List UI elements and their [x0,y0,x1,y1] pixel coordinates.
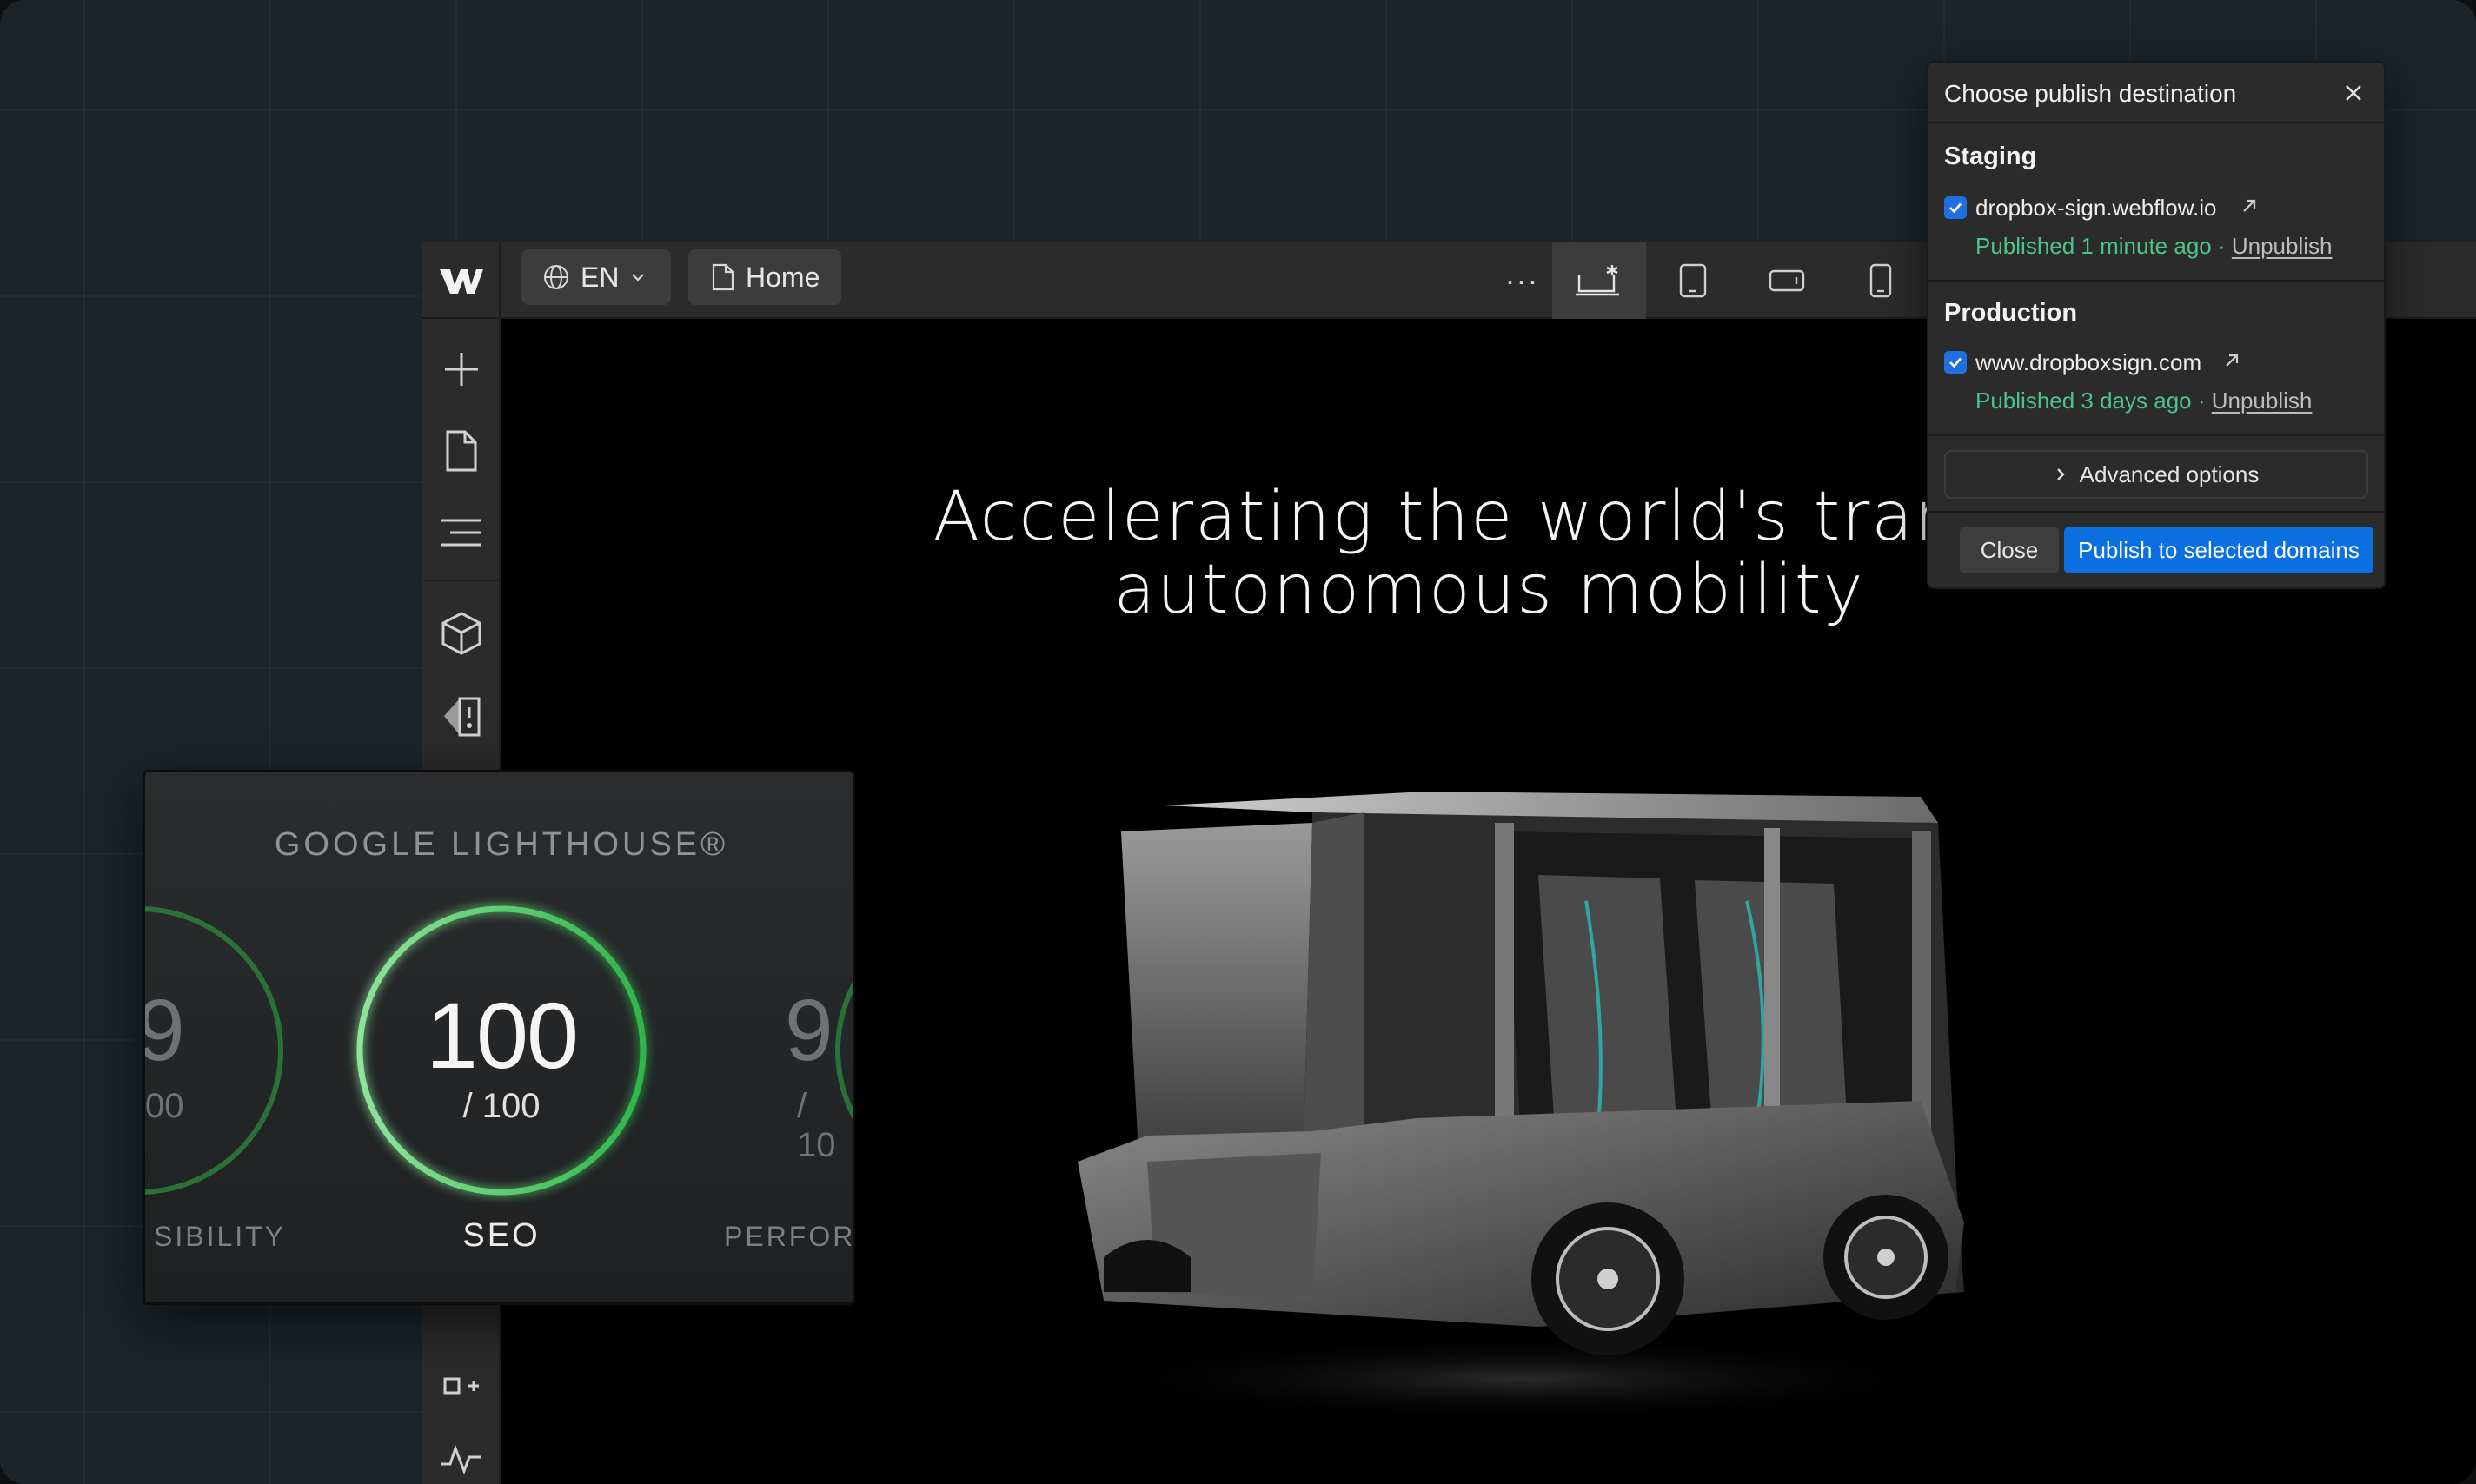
checkmark-icon [1949,202,1962,214]
lighthouse-score-card: GOOGLE LIGHTHOUSE® 9 00 SIBILITY 100 [143,770,855,1305]
checkmark-icon [1949,357,1962,368]
performance-out-of: / 10 [797,1087,836,1164]
webflow-logo-icon[interactable] [422,242,501,319]
tablet-breakpoint-button[interactable] [1646,242,1740,319]
activity-panel-button[interactable] [422,1424,501,1484]
sidebar-divider [422,580,501,581]
chevron-down-icon [632,274,645,282]
publish-to-selected-domains-button[interactable]: Publish to selected domains [2064,527,2373,573]
status-separator: · [2211,233,2232,259]
style-manager-panel-button[interactable] [422,682,501,752]
desktop-breakpoint-button[interactable] [1552,242,1646,319]
advanced-options-label: Advanced options [2079,460,2260,487]
desktop-breakpoint-icon [1576,265,1619,296]
more-options-button[interactable]: ··· [1491,242,1552,319]
popover-header: Choose publish destination [1928,63,2384,123]
staging-section-title: Staging [1944,142,2037,170]
navigator-panel-button[interactable] [422,498,501,567]
external-link-icon[interactable] [2240,196,2259,215]
mobile-portrait-icon [1869,263,1892,298]
chevron-right-icon [2056,468,2065,480]
tablet-icon [1679,263,1707,298]
production-section-title: Production [1944,299,2078,327]
production-unpublish-link[interactable]: Unpublish [2212,388,2313,414]
staging-status: Published 1 minute ago · Unpublish [1975,233,2333,260]
advanced-options-button[interactable]: Advanced options [1944,450,2368,499]
performance-score: 9 [785,982,833,1079]
accessibility-label: SIBILITY [154,1221,287,1252]
accessibility-score: 9 [145,981,185,1081]
performance-label: PERFOR [724,1221,855,1252]
production-checkbox[interactable] [1944,351,1967,374]
style-manager-icon [444,697,481,737]
more-options-icon: ··· [1504,262,1539,298]
staging-checkbox[interactable] [1944,196,1967,219]
components-panel-button[interactable] [422,599,501,668]
mobile-landscape-breakpoint-button[interactable] [1740,242,1834,319]
activity-icon [441,1444,481,1474]
seo-score: 100 [425,983,579,1088]
section-divider [1928,280,2384,282]
status-separator: · [2191,388,2212,414]
close-button[interactable]: Close [1960,527,2059,573]
autonomous-vehicle-image [1078,792,1964,1422]
publish-destination-popover: Choose publish destination Staging dropb… [1927,61,2386,589]
mobile-landscape-icon [1769,269,1805,292]
staging-status-text: Published 1 minute ago [1975,233,2212,259]
seo-label: SEO [462,1217,541,1254]
production-status: Published 3 days ago · Unpublish [1975,388,2312,414]
add-panel-button[interactable] [422,335,501,404]
production-domain: www.dropboxsign.com [1975,349,2202,375]
page-switcher-button[interactable]: Home [688,249,841,305]
add-element-icon [443,1377,479,1395]
plus-icon [445,353,478,386]
locale-label: EN [581,261,620,293]
cube-icon [441,612,481,655]
page-icon [712,263,734,291]
external-link-icon[interactable] [2222,351,2241,370]
navigator-icon [441,519,481,547]
globe-icon [544,265,568,289]
page-label: Home [746,261,820,293]
add-element-button[interactable] [422,1351,501,1421]
staging-unpublish-link[interactable]: Unpublish [2232,233,2333,259]
section-divider [1928,511,2384,513]
locale-switcher-button[interactable]: EN [521,249,671,305]
staging-domain: dropbox-sign.webflow.io [1975,195,2217,221]
close-icon[interactable] [2339,78,2368,108]
seo-out-of: / 100 [462,1087,541,1125]
section-divider [1928,434,2384,436]
marketing-stage: EN Home ··· Accelerating the world's tra… [0,0,2476,1484]
production-status-text: Published 3 days ago [1975,388,2192,414]
mobile-portrait-breakpoint-button[interactable] [1834,242,1928,319]
accessibility-out-of: 00 [145,1087,184,1125]
popover-title: Choose publish destination [1944,80,2237,107]
pages-panel-button[interactable] [422,416,501,486]
pages-icon [446,430,477,472]
